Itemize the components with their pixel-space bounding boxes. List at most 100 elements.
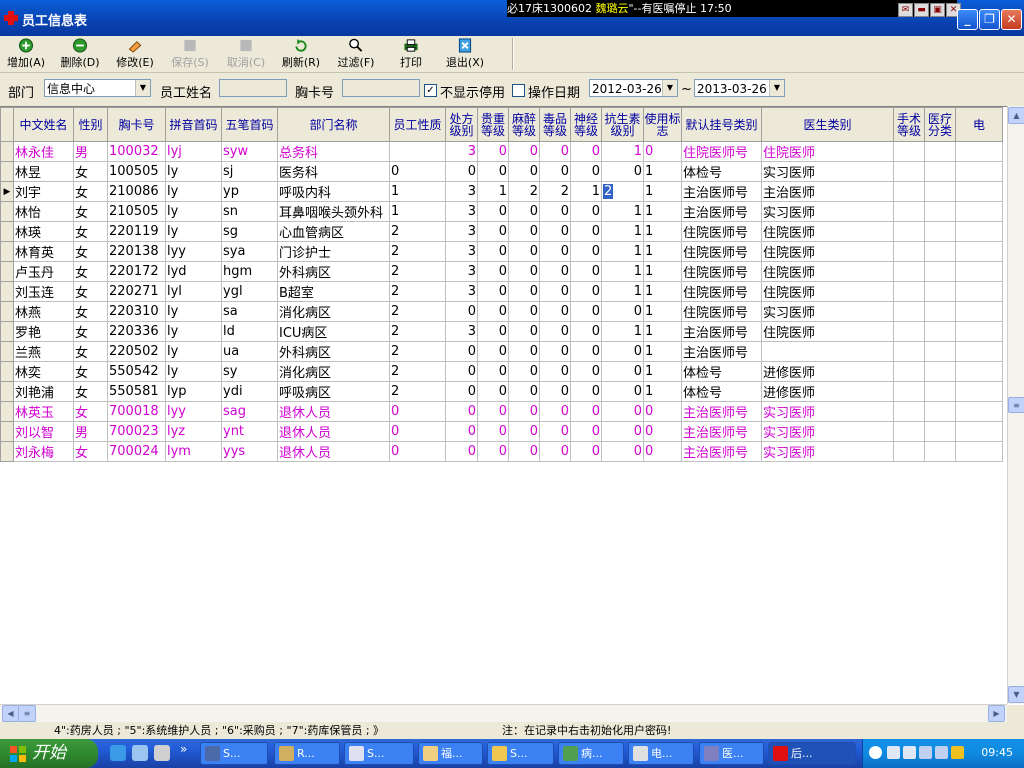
table-cell[interactable]: 主治医师号 [681,321,762,342]
table-cell[interactable] [893,201,925,222]
table-cell[interactable]: 0 [477,301,509,322]
table-cell[interactable] [893,141,925,162]
table-cell[interactable]: hgm [221,261,278,282]
table-cell[interactable]: 女 [73,201,108,222]
table-cell[interactable]: 0 [508,321,540,342]
column-header[interactable]: 医疗分类 [924,107,956,142]
table-cell[interactable]: 700018 [107,401,166,422]
table-cell[interactable]: ynt [221,421,278,442]
table-cell[interactable]: lyz [165,421,222,442]
table-cell[interactable]: 实习医师 [761,301,894,322]
column-header[interactable]: 麻醉等级 [508,107,540,142]
table-cell[interactable]: 退休人员 [277,441,390,462]
table-cell[interactable]: 0 [539,341,571,362]
column-header[interactable]: 手术等级 [893,107,925,142]
table-cell[interactable]: 住院医师 [761,281,894,302]
table-cell[interactable] [955,361,1003,382]
table-cell[interactable]: 0 [539,401,571,422]
table-cell[interactable]: 700024 [107,441,166,462]
table-cell[interactable]: 0 [601,361,644,382]
table-cell[interactable]: 呼吸病区 [277,381,390,402]
table-cell[interactable]: 实习医师 [761,421,894,442]
table-cell[interactable]: 女 [73,161,108,182]
horizontal-scrollbar[interactable]: ◀ ≡ ▶ [0,704,1007,722]
table-cell[interactable]: 3 [445,321,478,342]
row-indicator[interactable] [0,141,14,162]
table-cell[interactable]: 0 [601,301,644,322]
name-input[interactable] [219,79,287,97]
table-cell[interactable]: ICU病区 [277,321,390,342]
table-cell[interactable]: 0 [539,381,571,402]
row-indicator[interactable] [0,161,14,182]
table-cell[interactable]: 0 [539,241,571,262]
column-header[interactable]: 性别 [73,107,108,142]
table-row[interactable]: ▶ 刘宇女 210086 ly yp 呼吸内科 1 3 1 2 2 1 2 1 主治医师号 主治医师 [0,181,1003,202]
column-header[interactable]: 员工性质 [389,107,446,142]
column-header[interactable]: 抗生素级别 [601,107,644,142]
scroll-down-icon[interactable]: ▼ [1008,686,1024,703]
row-indicator[interactable] [0,221,14,242]
table-cell[interactable] [955,261,1003,282]
table-cell[interactable]: 0 [477,321,509,342]
table-cell[interactable]: lyp [165,381,222,402]
table-cell[interactable]: 1 [643,301,682,322]
table-cell[interactable]: 1 [643,181,682,202]
table-cell[interactable]: sg [221,221,278,242]
table-cell[interactable]: 3 [445,281,478,302]
table-cell[interactable]: 实习医师 [761,401,894,422]
table-cell[interactable]: 0 [539,161,571,182]
taskbar-task[interactable]: 后... [768,742,856,765]
table-cell[interactable]: 0 [539,281,571,302]
table-cell[interactable]: ua [221,341,278,362]
table-cell[interactable] [893,341,925,362]
table-cell[interactable] [924,421,956,442]
table-cell[interactable] [955,201,1003,222]
table-cell[interactable]: 女 [73,281,108,302]
column-header[interactable]: 拼音首码 [165,107,222,142]
row-indicator[interactable] [0,321,14,342]
table-cell[interactable]: 0 [477,241,509,262]
maximize-button[interactable]: ❐ [979,9,1000,30]
table-cell[interactable]: syw [221,141,278,162]
table-cell[interactable]: 0 [570,421,602,442]
network2-icon[interactable] [935,746,948,759]
table-cell[interactable] [893,161,925,182]
table-cell[interactable]: 1 [601,321,644,342]
table-row[interactable]: 兰燕女 220502 ly ua 外科病区 2 0 0 0 0 0 0 1 主治医师号 [0,341,1003,362]
table-cell[interactable]: ly [165,361,222,382]
table-cell[interactable]: 3 [445,181,478,202]
table-cell[interactable]: 林育英 [13,241,74,262]
table-row[interactable]: 罗艳女 220336 ly ld ICU病区 2 3 0 0 0 0 1 1 主治医师号 住院医师 [0,321,1003,342]
table-cell[interactable]: 220172 [107,261,166,282]
table-cell[interactable]: 2 [389,281,446,302]
table-cell[interactable]: 住院医师号 [681,281,762,302]
table-cell[interactable]: 住院医师号 [681,261,762,282]
table-cell[interactable]: 0 [643,141,682,162]
table-cell[interactable]: 0 [570,161,602,182]
table-row[interactable]: 林怡女 210505 ly sn 耳鼻咽喉头颈外科 1 3 0 0 0 0 1 1 主治医师号 实习医师 [0,201,1003,222]
date-from-picker[interactable]: 2012-03-26 ▼ [589,79,678,97]
table-cell[interactable] [924,301,956,322]
table-cell[interactable]: 主治医师号 [681,181,762,202]
table-cell[interactable] [955,441,1003,462]
table-cell[interactable]: 住院医师 [761,141,894,162]
table-cell[interactable]: 1 [570,181,602,202]
table-cell[interactable] [924,381,956,402]
table-cell[interactable]: 林燕 [13,301,74,322]
table-cell[interactable]: 0 [570,401,602,422]
table-cell[interactable]: 0 [445,421,478,442]
network-icon[interactable] [919,746,932,759]
quicklaunch-icon[interactable] [154,745,170,761]
row-indicator[interactable] [0,301,14,322]
current-row-indicator[interactable]: ▶ [0,181,14,202]
table-cell[interactable]: 0 [477,341,509,362]
table-cell[interactable]: 住院医师 [761,321,894,342]
table-cell[interactable] [955,141,1003,162]
table-cell[interactable]: 3 [445,241,478,262]
table-cell[interactable]: 2 [539,181,571,202]
table-cell[interactable]: 退休人员 [277,401,390,422]
table-cell[interactable] [893,301,925,322]
hide-disabled-checkbox[interactable]: ✓ [424,84,437,97]
table-cell[interactable]: sn [221,201,278,222]
table-cell[interactable]: 医务科 [277,161,390,182]
